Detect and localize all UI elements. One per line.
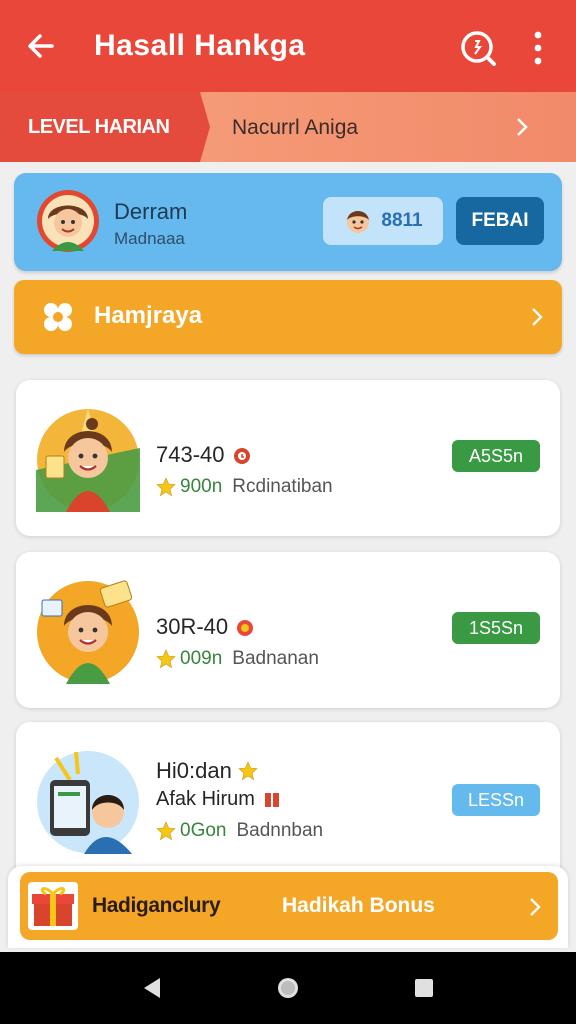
list-item[interactable]: 30R-40 009n Badnanan 1S5Sn <box>16 552 560 708</box>
bonus-right-label: Hadikah Bonus <box>282 894 435 917</box>
bonus-bar[interactable]: Hadiganclury Hadikah Bonus <box>20 872 558 940</box>
card-badge-label: A5S5n <box>468 445 524 466</box>
card-meta: 009n Badnanan <box>156 648 319 670</box>
back-arrow-icon[interactable] <box>26 31 56 61</box>
flower-icon <box>44 303 72 331</box>
chevron-right-icon <box>530 898 541 916</box>
card-rating: 009n <box>180 648 223 669</box>
card-title: Hi0:dan <box>156 758 258 784</box>
points-pill[interactable]: 8811 <box>323 197 443 245</box>
avatar <box>37 190 99 252</box>
card-title: 743-40 <box>156 442 253 468</box>
chevron-right-icon <box>517 118 528 136</box>
kid-illustration-image <box>37 580 139 684</box>
kid-with-tablet-image <box>37 751 139 854</box>
bonus-panel: Hadiganclury Hadikah Bonus <box>8 866 568 948</box>
profile-action-button[interactable]: FEBAI <box>456 197 544 245</box>
card-badge[interactable]: 1S5Sn <box>452 612 540 644</box>
star-icon <box>156 477 176 497</box>
profile-subtitle: Madnaaa <box>114 229 185 248</box>
list-item[interactable]: Hi0:dan Afak Hirum 0Gon Badnnban LESSn <box>16 722 560 882</box>
alarm-clock-icon <box>237 620 254 636</box>
card-subtitle: Afak Hirum <box>156 788 283 811</box>
card-rating: 0Gon <box>180 820 227 841</box>
chevron-right-icon <box>532 308 543 326</box>
level-tab-label: LEVEL HARIAN <box>28 115 170 138</box>
category-bar[interactable]: Hamjraya <box>14 280 562 354</box>
level-banner[interactable]: LEVEL HARIAN Nacurrl Aniga <box>0 92 576 162</box>
card-caption: Badnnban <box>236 820 324 841</box>
list-item[interactable]: 743-40 900n Rcdinatiban A5S5n <box>16 380 560 536</box>
card-title: 30R-40 <box>156 614 256 640</box>
search-icon[interactable] <box>458 28 498 68</box>
card-caption: Rcdinatiban <box>232 476 333 497</box>
level-subtitle: Nacurrl Aniga <box>232 116 359 139</box>
star-icon <box>238 761 258 781</box>
card-title-text: 30R-40 <box>156 614 229 639</box>
gift-box-icon <box>264 792 279 807</box>
nav-back-icon[interactable] <box>138 974 166 1002</box>
nav-recents-icon[interactable] <box>410 974 438 1002</box>
profile-name: Derram <box>114 199 188 224</box>
card-title-text: Hi0:dan <box>156 758 232 783</box>
system-nav-bar <box>0 952 576 1024</box>
page-title: Hasall Hankga <box>94 29 306 62</box>
star-icon <box>156 821 176 841</box>
card-caption: Badnanan <box>232 648 319 669</box>
profile-action-label: FEBAI <box>471 210 529 231</box>
alarm-clock-icon <box>233 448 250 464</box>
card-badge[interactable]: A5S5n <box>452 440 540 472</box>
card-meta: 0Gon Badnnban <box>156 820 323 842</box>
card-title-text: 743-40 <box>156 442 225 467</box>
card-badge-label: 1S5Sn <box>468 617 524 638</box>
card-rating: 900n <box>180 476 223 497</box>
card-badge-label: LESSn <box>467 789 525 810</box>
bonus-left-label: Hadiganclury <box>92 894 221 917</box>
face-icon <box>347 211 370 233</box>
category-label: Hamjraya <box>94 302 203 329</box>
nav-home-icon[interactable] <box>274 974 302 1002</box>
card-subtitle-text: Afak Hirum <box>156 788 255 810</box>
gift-box-image <box>28 882 78 930</box>
more-vert-icon[interactable] <box>530 30 546 66</box>
level-tab: LEVEL HARIAN <box>0 92 210 162</box>
card-meta: 900n Rcdinatiban <box>156 476 333 498</box>
points-value: 8811 <box>381 210 423 231</box>
kid-illustration-image <box>36 408 140 512</box>
app-bar: Hasall Hankga <box>0 0 576 92</box>
card-badge[interactable]: LESSn <box>452 784 540 816</box>
star-icon <box>156 649 176 669</box>
profile-card: Derram Madnaaa 8811 FEBAI <box>14 173 562 271</box>
